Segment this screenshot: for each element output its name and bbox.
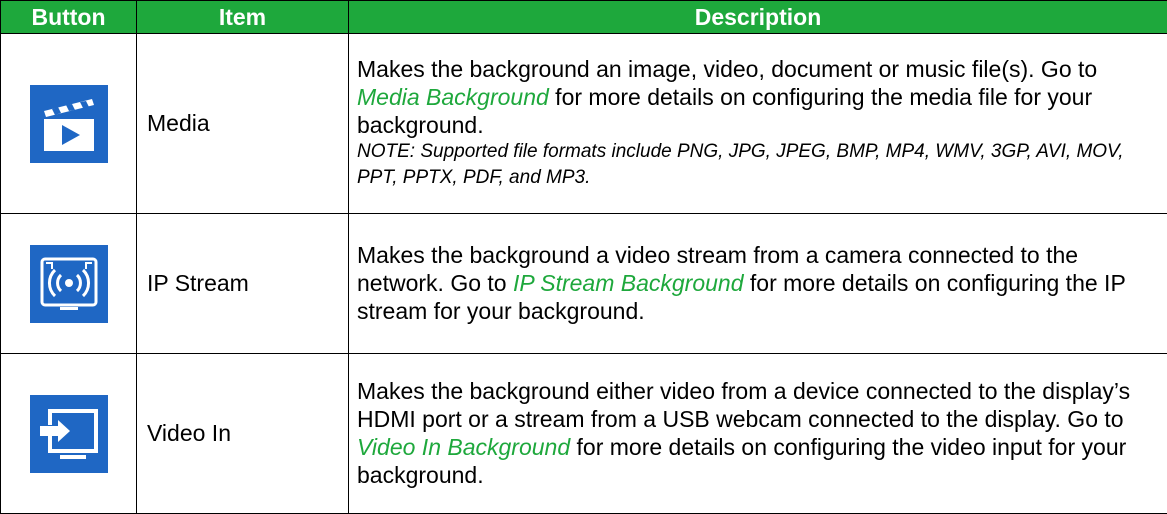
header-description: Description	[349, 1, 1167, 34]
description-ip-stream: Makes the background a video stream from…	[349, 214, 1167, 354]
video-in-background-link[interactable]: Video In Background	[357, 434, 570, 460]
description-video-in: Makes the background either video from a…	[349, 354, 1167, 514]
item-media: Media	[137, 34, 349, 214]
header-item: Item	[137, 1, 349, 34]
supported-formats-note: NOTE: Supported file formats include PNG…	[357, 139, 1159, 191]
video-in-input-arrow-icon[interactable]	[30, 395, 108, 473]
background-options-table: Button Item Description	[0, 0, 1167, 514]
media-background-link[interactable]: Media Background	[357, 84, 549, 110]
table-row-media: Media Makes the background an image, vid…	[1, 34, 1167, 214]
item-ip-stream: IP Stream	[137, 214, 349, 354]
description-media: Makes the background an image, video, do…	[349, 34, 1167, 214]
table-row-ip-stream: IP Stream Makes the background a video s…	[1, 214, 1167, 354]
table-row-video-in: Video In Makes the background either vid…	[1, 354, 1167, 514]
table-header-row: Button Item Description	[1, 1, 1167, 34]
media-clapperboard-play-icon[interactable]	[30, 85, 108, 163]
item-video-in: Video In	[137, 354, 349, 514]
header-button: Button	[1, 1, 137, 34]
ip-stream-background-link[interactable]: IP Stream Background	[513, 270, 744, 296]
ip-stream-broadcast-icon[interactable]	[30, 245, 108, 323]
